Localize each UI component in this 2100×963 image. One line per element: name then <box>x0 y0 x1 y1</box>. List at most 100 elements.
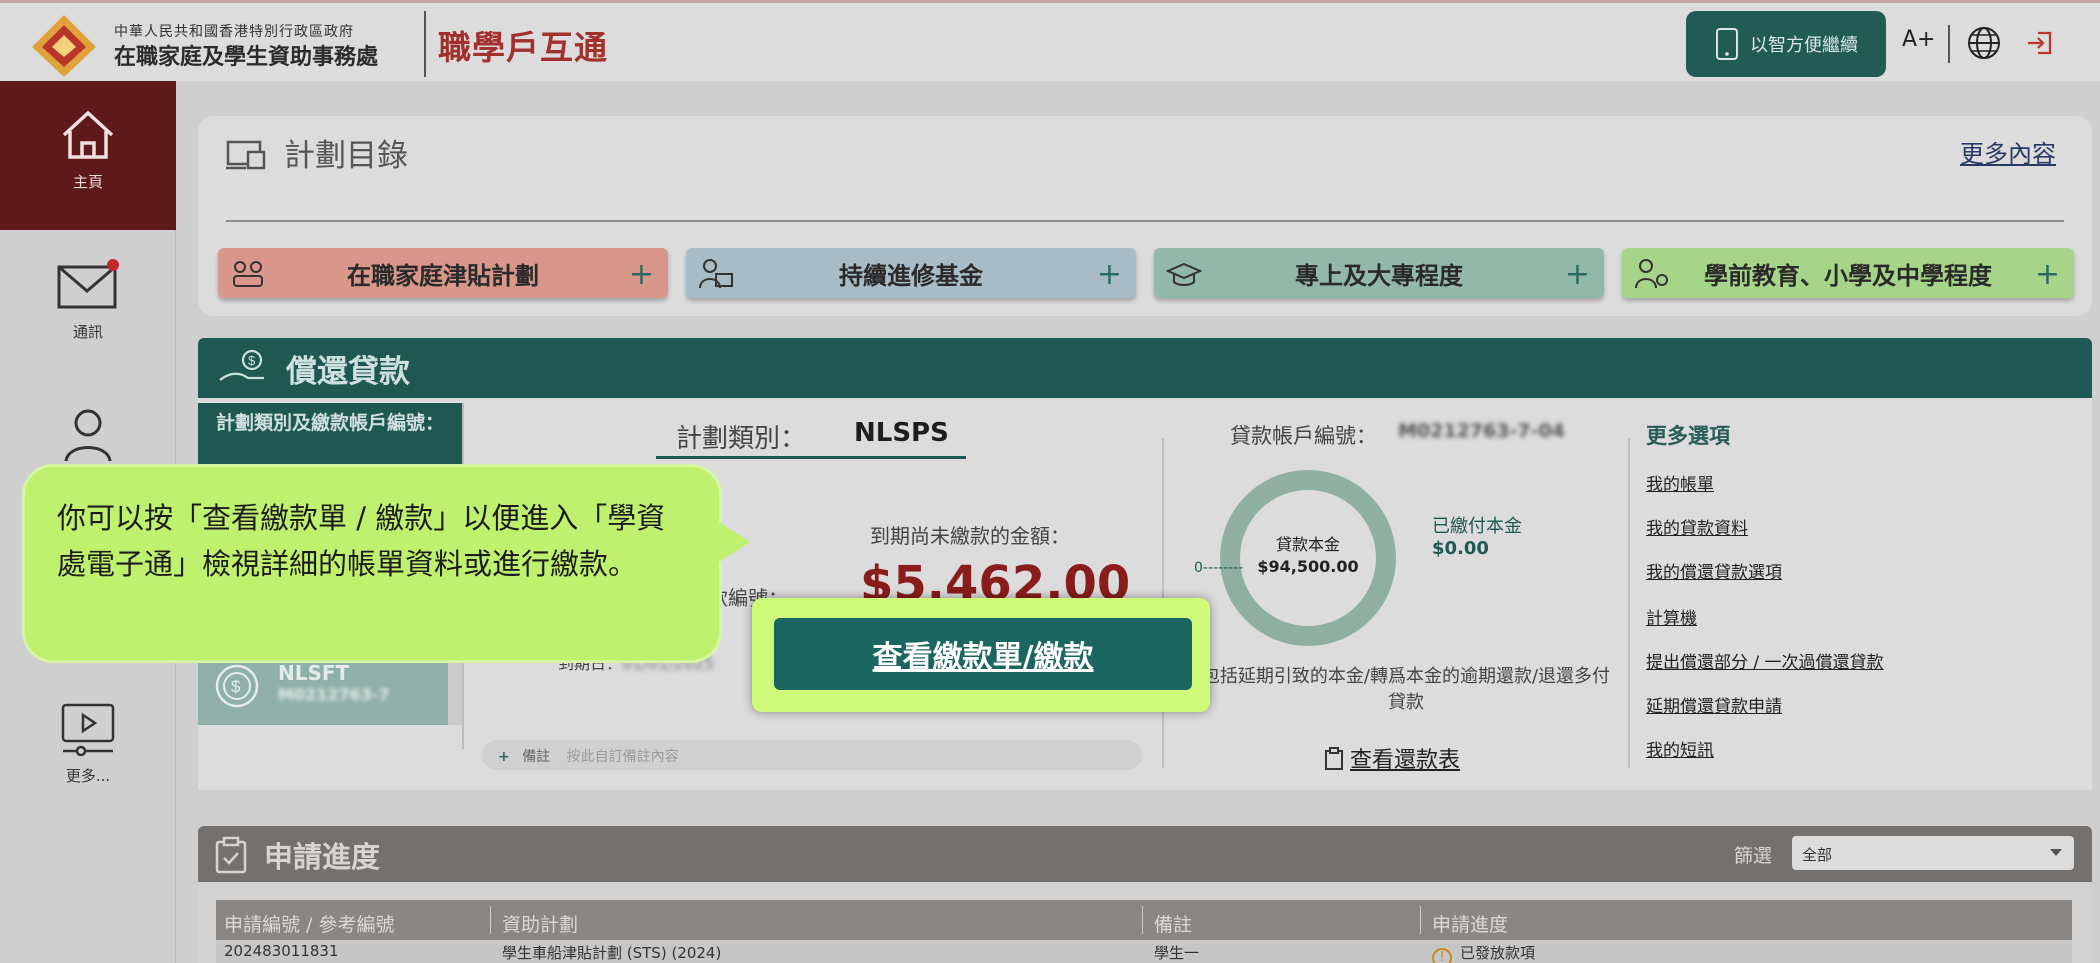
graduation-cap-icon <box>1166 262 1202 286</box>
font-size-button[interactable]: A+ <box>1902 27 1935 52</box>
cell-status: ! 已發放款項 <box>1432 942 1535 963</box>
sidebar-item-more[interactable]: 更多... <box>0 701 176 786</box>
plus-icon: + <box>498 749 510 765</box>
office-name: 在職家庭及學生資助事務處 <box>114 45 379 70</box>
application-progress-header: 申請進度 篩選 全部 <box>198 826 2092 882</box>
language-globe-icon[interactable] <box>1966 25 2002 61</box>
header-separator <box>1948 25 1950 63</box>
video-icon <box>61 703 115 757</box>
plus-icon: + <box>2034 257 2060 292</box>
student-icon <box>1635 259 1668 289</box>
user-icon <box>64 409 112 462</box>
donut-zero-value: 0 <box>1194 560 1203 576</box>
plan-button-wfa[interactable]: 在職家庭津貼計劃 + <box>218 248 668 298</box>
catalogue-icon <box>226 140 266 170</box>
government-name: 中華人民共和國香港特別行政區政府 <box>114 24 354 40</box>
sidebar-item-messages[interactable]: 通訊 <box>0 257 176 342</box>
logout-icon[interactable] <box>2024 27 2056 59</box>
sidebar-item-home[interactable]: 主頁 <box>0 81 176 230</box>
scheme-value: NLSPS <box>854 418 949 448</box>
column-separator <box>490 906 491 934</box>
column-header: 備註 <box>1154 914 1193 936</box>
plan-button-label: 專上及大專程度 <box>1295 261 1463 290</box>
link-calculator[interactable]: 計算機 <box>1646 604 1697 629</box>
iam-smart-button[interactable]: 以智方便繼續 <box>1686 11 1886 77</box>
wfsfaa-logo <box>32 15 96 77</box>
cell-ref: 202483011831 <box>224 942 339 960</box>
family-icon <box>233 261 263 287</box>
learner-icon <box>699 259 733 289</box>
paid-principal: 已繳付本金 $0.00 <box>1432 516 1522 560</box>
note-field[interactable]: + 備註 按此自訂備註內容 <box>482 740 1142 770</box>
column-header: 申請編號 / 參考編號 <box>224 914 395 936</box>
repayment-schedule-link[interactable]: 查看還款表 <box>1324 742 1460 774</box>
svg-text:$: $ <box>231 677 241 696</box>
clipboard-icon <box>1325 747 1343 770</box>
plan-button-school[interactable]: 學前教育、小學及中學程度 + <box>1622 248 2074 298</box>
plan-button-cef[interactable]: 持續進修基金 + <box>686 248 1136 298</box>
column-separator <box>1420 906 1421 934</box>
filter-label: 篩選 <box>1734 845 1773 867</box>
table-header: 申請編號 / 參考編號 資助計劃 備註 申請進度 <box>216 900 2072 940</box>
paid-principal-value: $0.00 <box>1432 538 1489 559</box>
donut-center: 貸款本金 $94,500.00 <box>1256 534 1360 578</box>
link-my-loan-info[interactable]: 我的貸款資料 <box>1646 514 1748 539</box>
divider <box>226 220 2064 222</box>
donut-label: 貸款本金 <box>1275 535 1340 554</box>
note-label: 備註 <box>522 749 551 765</box>
principal-footnote: 包括延期引致的本金/轉爲本金的逾期還款/退還多付貸款 <box>1201 666 1611 713</box>
plan-button-tertiary[interactable]: 專上及大專程度 + <box>1154 248 1604 298</box>
plus-icon: + <box>1096 257 1122 292</box>
repayment-header: $ 償還貸款 <box>198 338 2092 398</box>
loan-account-label: 貸款帳戶編號： <box>1230 424 1377 448</box>
loan-account-value: M0212763-7-04 <box>1398 420 1565 442</box>
link-repayment-options[interactable]: 我的償還貸款選項 <box>1646 558 1782 583</box>
plus-icon: + <box>628 257 654 292</box>
paid-principal-label: 已繳付本金 <box>1432 516 1522 537</box>
scheme-label: 計劃類別： <box>676 424 807 454</box>
link-my-sms[interactable]: 我的短訊 <box>1646 736 1714 761</box>
home-icon <box>62 110 114 159</box>
tutorial-bubble-tail <box>716 520 750 564</box>
filter-select[interactable]: 全部 <box>1792 836 2074 870</box>
more-content-link[interactable]: 更多內容 <box>1960 134 2056 169</box>
scheme-underline <box>656 456 966 459</box>
column-header: 資助計劃 <box>502 914 579 936</box>
table-row[interactable]: 202483011831 學生車船津貼計劃 (STS) (2024) 學生一 !… <box>216 940 2072 963</box>
plan-catalogue-title: 計劃目錄 <box>284 138 408 174</box>
view-bill-pay-button[interactable]: 查看繳款單/繳款 <box>774 618 1192 690</box>
link-early-repayment[interactable]: 提出償還部分 / 一次過償還貸款 <box>1646 648 1884 673</box>
status-text: 已發放款項 <box>1460 944 1536 962</box>
sidebar-item-label: 主頁 <box>72 173 103 191</box>
link-my-bills[interactable]: 我的帳單 <box>1646 470 1714 495</box>
plan-button-label: 持續進修基金 <box>839 261 983 290</box>
application-progress-body: 申請編號 / 參考編號 資助計劃 備註 申請進度 202483011831 學生… <box>198 882 2092 963</box>
cell-scheme: 學生車船津貼計劃 (STS) (2024) <box>502 944 722 962</box>
more-options-title: 更多選項 <box>1646 424 1730 448</box>
account-card-nlsft[interactable]: $ NLSFT M0212763-7 <box>198 649 448 725</box>
repayment-title: 償還貸款 <box>286 354 410 390</box>
link-deferment[interactable]: 延期償還貸款申請 <box>1646 692 1782 717</box>
account-number: M0212763-7 <box>278 685 390 704</box>
sidebar-item-profile[interactable] <box>0 405 176 473</box>
filter-value: 全部 <box>1802 846 1833 864</box>
column-header: 申請進度 <box>1432 914 1509 936</box>
header-divider <box>424 11 426 77</box>
application-progress-title: 申請進度 <box>264 840 381 874</box>
plan-button-label: 學前教育、小學及中學程度 <box>1704 261 1992 290</box>
chevron-down-icon <box>2050 849 2062 856</box>
plan-button-label: 在職家庭津貼計劃 <box>347 261 539 290</box>
info-icon: ! <box>1432 948 1452 963</box>
due-amount-label: 到期尚未繳款的金額： <box>870 524 1070 548</box>
repayment-schedule-label: 查看還款表 <box>1350 748 1461 773</box>
column-separator <box>1142 906 1143 934</box>
plus-icon: + <box>1564 257 1590 292</box>
donut-zero-marker: 0-------- <box>1194 560 1244 576</box>
column-divider <box>1628 438 1630 768</box>
sidebar-item-label: 更多... <box>65 767 111 785</box>
smartphone-icon <box>1716 28 1738 60</box>
tutorial-bubble: 你可以按「查看繳款單 / 繳款」以便進入「學資處電子通」檢視詳細的帳單資料或進行… <box>25 467 719 660</box>
note-placeholder: 按此自訂備註內容 <box>566 749 679 765</box>
clipboard-check-icon <box>215 836 247 874</box>
app-title: 職學戶互通 <box>438 28 608 67</box>
